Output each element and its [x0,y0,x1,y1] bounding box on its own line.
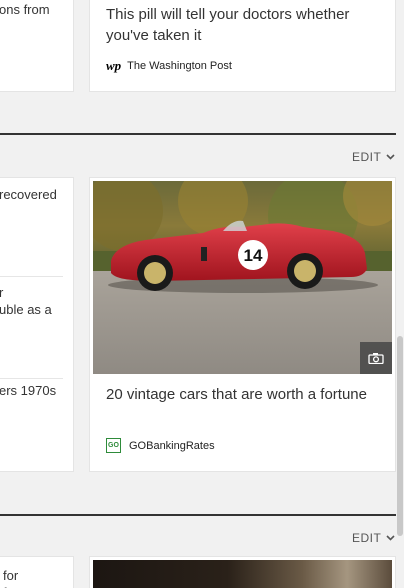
news-card-pill[interactable]: This pill will tell your doctors whether… [89,0,396,92]
list-item[interactable]: recovered [0,178,73,276]
card-source: wp The Washington Post [106,58,232,74]
section-divider [0,133,396,135]
news-card-right-3[interactable] [89,556,396,588]
edit-section-button[interactable]: EDIT [352,150,395,164]
list-item-text: recovered [0,187,57,202]
news-card-left-1[interactable]: ons from [0,0,74,92]
card-headline[interactable]: 20 vintage cars that are worth a fortune [106,384,391,405]
camera-icon[interactable] [360,342,392,374]
card-source: GO GOBankingRates [106,438,215,453]
edit-section-button[interactable]: EDIT [352,531,395,545]
source-name: The Washington Post [127,60,232,72]
edit-label: EDIT [352,531,382,545]
chevron-down-icon [386,154,395,160]
source-name: GOBankingRates [129,439,215,452]
card-snippet: ons from [0,2,50,17]
section-divider [0,514,396,516]
news-list-left: recovered r uble as a ers 1970s [0,177,74,472]
list-item-text: ers 1970s [0,383,57,398]
scrollbar[interactable] [396,0,404,588]
article-image[interactable] [93,560,392,588]
card-snippet: from [3,584,29,588]
gobankingrates-logo-icon: GO [106,438,121,453]
news-card-left-3[interactable]: for from [0,556,74,588]
washington-post-logo-icon: wp [106,58,122,73]
list-item-text: uble as a [0,302,52,317]
news-card-vintage-cars[interactable]: 14 20 vintage cars that are worth a fort… [89,177,396,472]
card-snippet: for [3,568,19,583]
car-number: 14 [244,246,263,265]
chevron-down-icon [386,535,395,541]
list-item[interactable]: r uble as a [0,277,73,377]
article-image[interactable]: 14 [93,181,392,374]
list-item[interactable]: ers 1970s [0,379,73,471]
scrollbar-thumb[interactable] [397,336,403,536]
card-headline[interactable]: This pill will tell your doctors whether… [106,4,391,46]
vintage-car-photo: 14 [93,181,392,374]
list-item-text: r [0,285,4,300]
edit-label: EDIT [352,150,382,164]
